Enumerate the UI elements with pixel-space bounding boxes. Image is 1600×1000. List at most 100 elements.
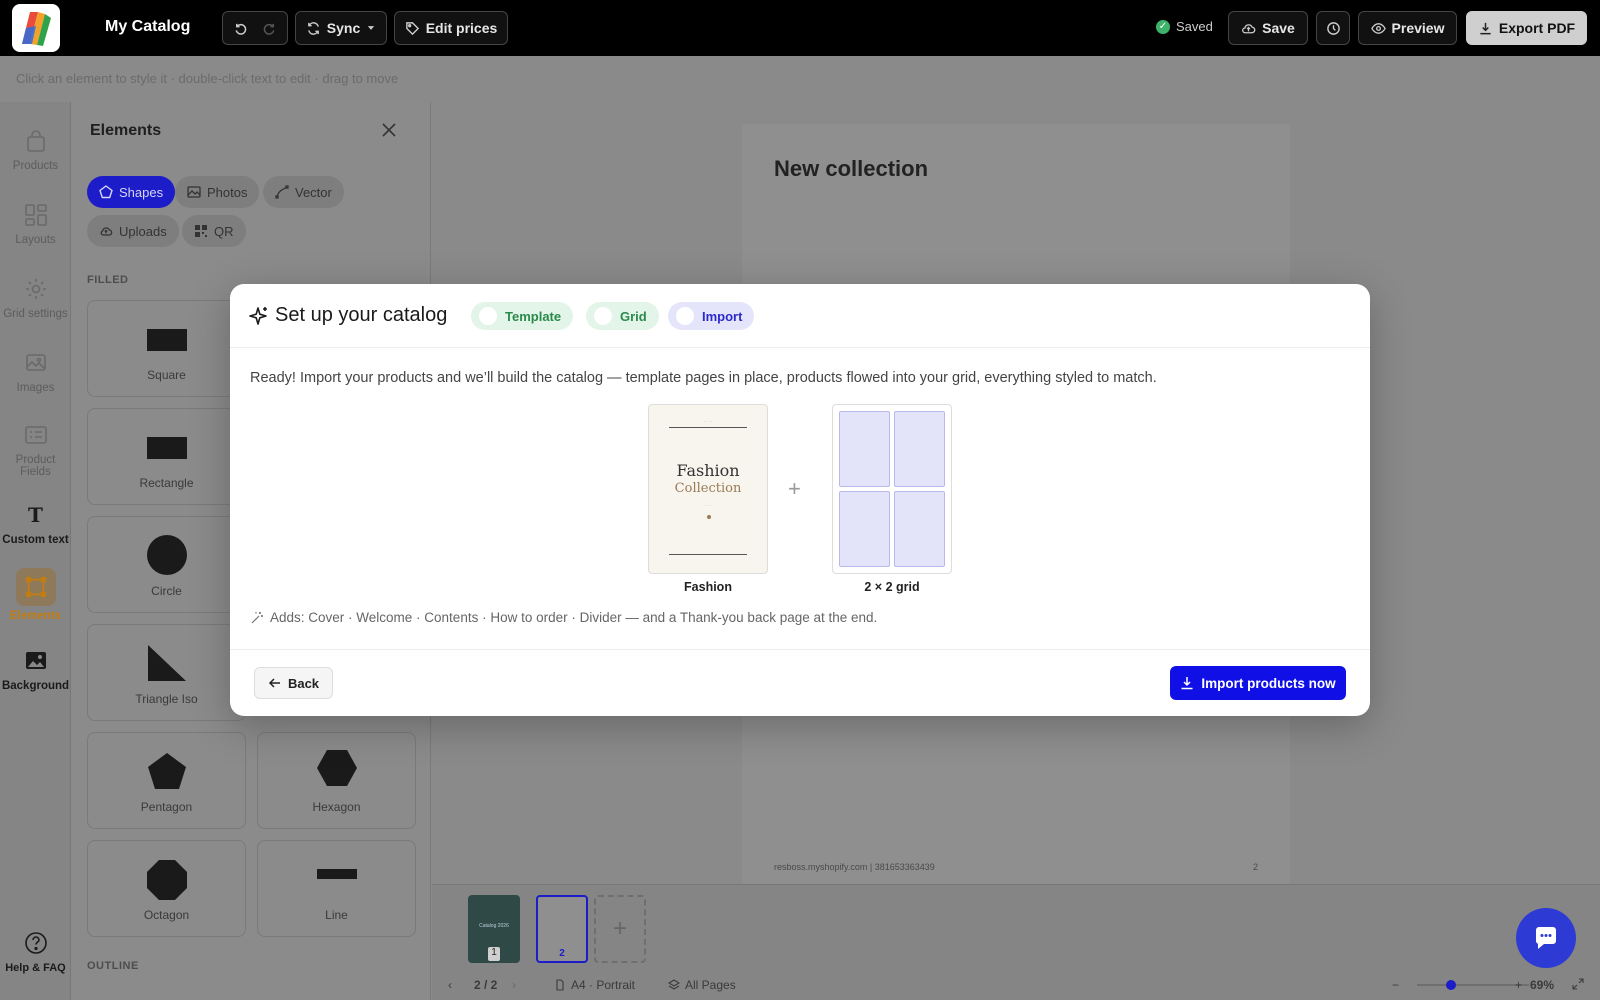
rail-item-grid-settings[interactable]: Grid settings (0, 276, 71, 320)
next-page-icon[interactable]: › (512, 978, 516, 992)
redo-icon[interactable] (262, 21, 277, 36)
chip-label: Shapes (119, 184, 164, 200)
back-button[interactable]: Back (254, 667, 333, 699)
step-grid[interactable]: Grid (586, 302, 659, 330)
zoom-slider[interactable] (1417, 984, 1529, 986)
divider (669, 427, 747, 428)
panel-title: Elements (90, 122, 162, 139)
grid-cell (839, 491, 890, 567)
save-button[interactable]: Save (1228, 11, 1308, 45)
step-label: Template (505, 308, 562, 324)
saved-status: ✓ Saved (1156, 19, 1213, 34)
history-button[interactable] (1316, 11, 1350, 45)
shape-label: Hexagon (312, 800, 361, 814)
plus-icon: + (612, 915, 627, 942)
page-number[interactable]: 2 (1253, 862, 1258, 872)
chip-vector[interactable]: Vector (263, 176, 344, 208)
triangle-icon (88, 645, 245, 683)
rail-item-background[interactable]: Background (0, 648, 71, 692)
shape-triangle-iso[interactable]: Triangle Iso (87, 624, 246, 721)
app-logo[interactable] (12, 4, 60, 52)
shape-circle[interactable]: Circle (87, 516, 246, 613)
rail-item-products[interactable]: Products (0, 128, 71, 172)
dialog-description: Ready! Import your products and we’ll bu… (250, 370, 1157, 386)
preview-label: Preview (1391, 20, 1445, 36)
rail-label: Custom text (2, 534, 69, 546)
shape-pentagon[interactable]: Pentagon (87, 732, 246, 829)
section-filled: FILLED (87, 274, 129, 286)
page-footer-text[interactable]: resboss.myshopify.com | 381653363439 (774, 862, 935, 872)
fit-screen-icon[interactable] (1572, 978, 1584, 990)
chip-label: Uploads (119, 223, 167, 239)
all-pages-toggle[interactable]: All Pages (668, 978, 736, 992)
chip-label: QR (214, 223, 234, 239)
document-icon (556, 979, 564, 991)
fields-icon (23, 422, 49, 448)
divider (669, 554, 747, 555)
undo-redo-group (222, 11, 288, 45)
layers-icon (668, 979, 680, 990)
page-format[interactable]: A4 · Portrait (554, 978, 635, 992)
dialog-title: Set up your catalog (275, 304, 448, 326)
zoom-slider-handle[interactable] (1445, 980, 1456, 990)
export-pdf-button[interactable]: Export PDF (1466, 11, 1587, 45)
step-label: Grid (620, 308, 647, 324)
grid-cell (894, 491, 945, 567)
page-heading[interactable]: New collection (774, 156, 928, 182)
hexagon-icon (258, 750, 415, 787)
pentagon-icon (88, 753, 245, 791)
rail-item-product-fields[interactable]: Product Fields (0, 422, 71, 478)
circle-icon (88, 535, 245, 575)
rectangle-icon (88, 431, 245, 459)
zoom-out-icon[interactable]: − (1392, 978, 1399, 992)
ornament-icon (707, 515, 711, 519)
section-outline: OUTLINE (87, 960, 139, 972)
sync-icon (307, 21, 319, 35)
zoom-in-icon[interactable]: + (1515, 978, 1522, 992)
chip-uploads[interactable]: Uploads (87, 215, 179, 247)
download-icon (1480, 22, 1491, 34)
catalog-title[interactable]: My Catalog (105, 18, 190, 36)
prev-page-icon[interactable]: ‹ (448, 978, 452, 992)
shape-octagon[interactable]: Octagon (87, 840, 246, 937)
step-template[interactable]: Template (471, 302, 574, 330)
chip-photos[interactable]: Photos (175, 176, 260, 208)
top-bar: My Catalog Sync Edit prices ✓ Saved Save… (0, 0, 1600, 56)
thumbnail-page-1[interactable]: Catalog 2026 1 (468, 895, 520, 963)
shape-hexagon[interactable]: Hexagon (257, 732, 416, 829)
rail-item-images[interactable]: Images (0, 350, 71, 394)
chip-qr[interactable]: QR (182, 215, 246, 247)
shape-square[interactable]: Square (87, 300, 246, 397)
chat-button[interactable] (1516, 908, 1576, 968)
close-icon[interactable] (379, 120, 399, 140)
thumbnail-page-2[interactable]: 2 (536, 895, 588, 963)
undo-icon[interactable] (233, 21, 248, 36)
add-page-button[interactable]: + (594, 895, 646, 963)
preview-button[interactable]: Preview (1358, 11, 1457, 45)
rail-item-custom-text[interactable]: T Custom text (0, 502, 71, 546)
rail-item-elements[interactable]: Elements (0, 568, 71, 622)
chip-shapes[interactable]: Shapes (87, 176, 176, 208)
edit-prices-button[interactable]: Edit prices (394, 11, 508, 45)
help-label: Help & FAQ (5, 962, 66, 974)
thumbnail-number: 1 (488, 947, 500, 961)
background-icon (23, 648, 49, 674)
shape-line[interactable]: Line (257, 840, 416, 937)
rail-label: Background (1, 680, 70, 692)
rail-item-layouts[interactable]: Layouts (0, 202, 71, 246)
hint-bar: Click an element to style it · double-cl… (0, 56, 1600, 102)
rail-label: Layouts (15, 234, 56, 246)
shape-rectangle[interactable]: Rectangle (87, 408, 246, 505)
help-faq[interactable]: Help & FAQ (0, 930, 71, 974)
import-products-button[interactable]: Import products now (1170, 666, 1346, 700)
adds-text: Adds: Cover · Welcome · Contents · How t… (270, 610, 878, 625)
chip-label: Vector (295, 184, 332, 200)
step-indicator (676, 307, 694, 325)
template-title-line2: Collection (674, 481, 742, 496)
template-name: Fashion (684, 580, 732, 594)
sync-button[interactable]: Sync (295, 11, 387, 45)
rail-label: Grid settings (3, 308, 68, 320)
step-import[interactable]: Import (668, 302, 755, 330)
dialog-header: Set up your catalog Template Grid Import (230, 284, 1370, 348)
save-label: Save (1262, 20, 1295, 36)
